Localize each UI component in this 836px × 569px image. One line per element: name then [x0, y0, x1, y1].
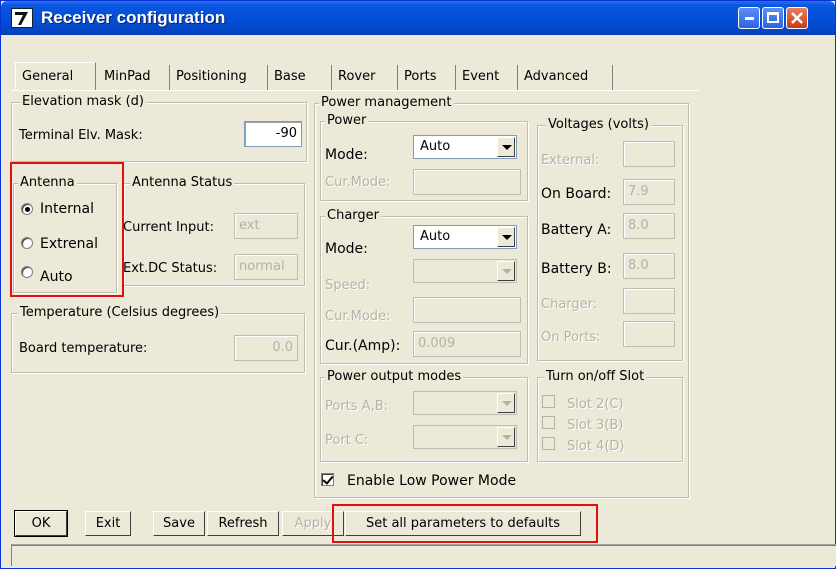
enable-low-power-mode-checkbox[interactable]	[321, 473, 334, 486]
onboard-voltage-label: On Board:	[541, 186, 612, 202]
ok-button[interactable]: OK	[14, 510, 68, 537]
slot-2c-checkbox	[542, 395, 555, 408]
power-mode-value: Auto	[420, 139, 451, 154]
elevation-mask-legend: Elevation mask (d)	[20, 94, 146, 110]
tab-divider	[11, 90, 699, 91]
ext-dc-status-label: Ext.DC Status:	[123, 261, 218, 276]
charger-cur-amp-field: 0.009	[413, 331, 521, 357]
terminal-elv-mask-label: Terminal Elv. Mask:	[19, 128, 143, 143]
title-bar[interactable]: Receiver configuration	[1, 1, 835, 35]
app-icon	[11, 8, 33, 28]
chevron-down-icon	[497, 427, 515, 447]
battery-b-field: 8.0	[623, 253, 675, 279]
power-mode-label: Mode:	[325, 147, 368, 163]
board-temperature-field: 0.0	[234, 335, 298, 361]
charger-speed-label: Speed:	[325, 278, 371, 293]
chevron-down-icon[interactable]	[497, 137, 515, 157]
set-defaults-button[interactable]: Set all parameters to defaults	[345, 511, 581, 536]
antenna-extrenal-radio[interactable]	[21, 237, 33, 249]
charger-legend: Charger	[325, 208, 381, 224]
power-cur-mode-field	[413, 169, 521, 195]
antenna-internal-radio[interactable]	[21, 203, 33, 215]
slot-2c-label: Slot 2(C)	[567, 397, 624, 412]
charger-mode-label: Mode:	[325, 241, 368, 257]
temperature-legend: Temperature (Celsius degrees)	[18, 305, 222, 321]
slot-3b-checkbox	[542, 416, 555, 429]
tab-minpad[interactable]: MinPad	[98, 65, 170, 90]
antenna-auto-label[interactable]: Auto	[40, 269, 73, 285]
charger-mode-value: Auto	[420, 229, 451, 244]
minimize-button[interactable]	[738, 7, 760, 29]
apply-button: Apply	[282, 511, 344, 536]
close-icon	[791, 12, 803, 24]
window-title: Receiver configuration	[41, 8, 226, 27]
onboard-voltage-field: 7.9	[623, 179, 675, 205]
slot-3b-label: Slot 3(B)	[567, 418, 624, 433]
board-temperature-label: Board temperature:	[19, 341, 148, 356]
current-input-field: ext	[234, 213, 298, 239]
turn-on-off-slot-legend: Turn on/off Slot	[544, 369, 647, 385]
external-voltage-label: External:	[541, 153, 600, 168]
tab-rover[interactable]: Rover	[332, 65, 398, 90]
port-c-select	[413, 425, 517, 449]
slot-4d-checkbox	[542, 437, 555, 450]
maximize-icon	[767, 12, 779, 23]
power-legend: Power	[325, 113, 369, 129]
tab-base[interactable]: Base	[268, 65, 332, 90]
antenna-extrenal-label[interactable]: Extrenal	[40, 236, 98, 252]
on-ports-voltage-label: On Ports:	[541, 330, 601, 345]
current-input-label: Current Input:	[123, 220, 214, 235]
power-mode-select[interactable]: Auto	[413, 135, 517, 159]
charger-speed-select	[413, 259, 517, 283]
receiver-configuration-window: Receiver configuration General MinPad Po…	[0, 0, 836, 569]
on-ports-voltage-field	[623, 321, 675, 347]
chevron-down-icon	[497, 393, 515, 413]
antenna-internal-label[interactable]: Internal	[40, 201, 94, 217]
minimize-icon	[745, 17, 754, 20]
close-button[interactable]	[786, 7, 808, 29]
external-voltage-field	[623, 141, 675, 167]
tab-general[interactable]: General	[15, 62, 96, 90]
charger-voltage-label: Charger:	[541, 297, 598, 312]
maximize-button[interactable]	[762, 7, 784, 29]
charger-cur-mode-label: Cur.Mode:	[325, 309, 391, 324]
charger-mode-select[interactable]: Auto	[413, 225, 517, 249]
antenna-status-legend: Antenna Status	[130, 175, 235, 191]
port-c-label: Port C:	[325, 433, 369, 448]
charger-cur-mode-field	[413, 297, 521, 323]
power-output-modes-legend: Power output modes	[325, 369, 464, 385]
voltages-legend: Voltages (volts)	[546, 117, 651, 133]
slot-4d-label: Slot 4(D)	[567, 439, 625, 454]
tab-advanced[interactable]: Advanced	[518, 65, 613, 90]
power-cur-mode-label: Cur.Mode:	[325, 175, 391, 190]
save-button[interactable]: Save	[153, 511, 205, 536]
antenna-auto-radio[interactable]	[21, 266, 33, 278]
ports-ab-select	[413, 391, 517, 415]
charger-voltage-field	[623, 288, 675, 314]
tab-event[interactable]: Event	[456, 65, 518, 90]
ports-ab-label: Ports A,B:	[325, 399, 389, 414]
antenna-legend: Antenna	[18, 175, 77, 191]
power-management-legend: Power management	[319, 95, 454, 111]
refresh-button[interactable]: Refresh	[207, 511, 279, 536]
ext-dc-status-field: normal	[234, 254, 298, 280]
battery-b-label: Battery B:	[541, 261, 612, 277]
exit-button[interactable]: Exit	[85, 511, 131, 536]
charger-cur-amp-label: Cur.(Amp):	[325, 338, 401, 354]
terminal-elv-mask-input[interactable]: -90	[244, 121, 302, 147]
status-bar	[11, 544, 836, 566]
enable-low-power-mode-label[interactable]: Enable Low Power Mode	[347, 473, 516, 489]
battery-a-label: Battery A:	[541, 222, 612, 238]
chevron-down-icon	[497, 261, 515, 281]
tab-positioning[interactable]: Positioning	[170, 65, 268, 90]
power-output-modes-group: Power output modes	[320, 369, 528, 462]
tab-ports[interactable]: Ports	[398, 65, 456, 90]
battery-a-field: 8.0	[623, 213, 675, 239]
chevron-down-icon[interactable]	[497, 227, 515, 247]
